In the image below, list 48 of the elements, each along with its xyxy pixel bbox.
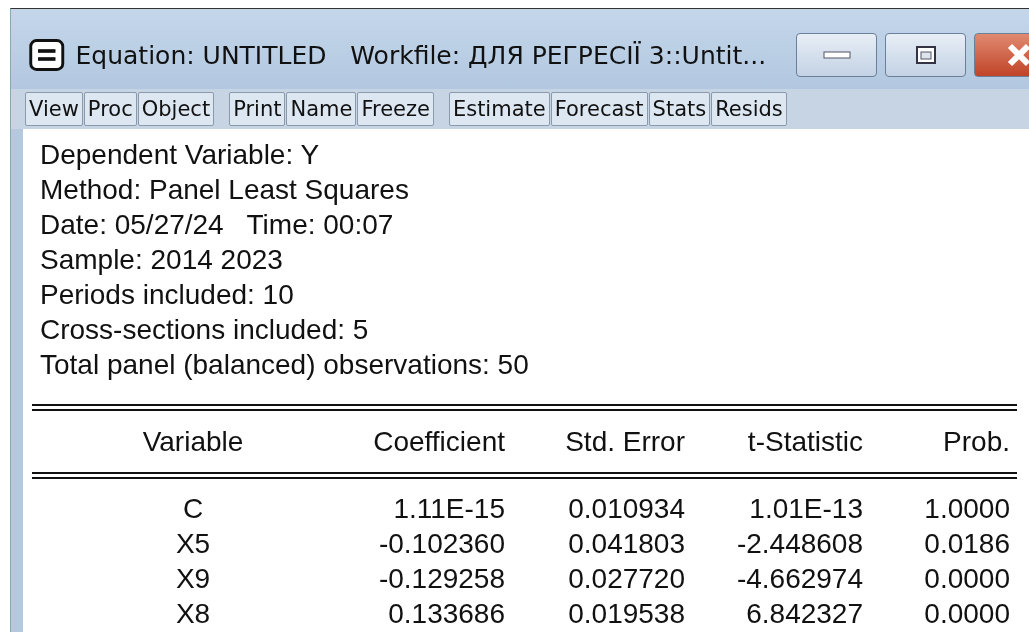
column-header: Coefficient xyxy=(372,425,505,459)
output-line: Periods included: 10 xyxy=(40,278,295,312)
output-line: Dependent Variable: Y xyxy=(40,138,321,172)
table-cell-text: X8 xyxy=(174,597,212,631)
table-cell-text: -4.662974 xyxy=(735,562,863,596)
table-cell-text: -0.102360 xyxy=(377,527,505,561)
table-cell-text: 1.01E-13 xyxy=(748,492,863,526)
menu-icon[interactable] xyxy=(28,39,66,71)
table-cell-text: 0.0186 xyxy=(923,527,1010,561)
column-header: Variable xyxy=(141,425,245,459)
table-cell-text: C xyxy=(181,492,205,526)
window-title: Equation: UNTITLED Workfile: ДЛЯ РЕГРЕСІЇ 3::Untit... xyxy=(75,40,768,70)
table-cell-text: 0.041803 xyxy=(567,527,685,561)
column-header: t-Statistic xyxy=(746,425,863,459)
table-cell-text: 0.0000 xyxy=(923,562,1010,596)
toolbar-button[interactable]: View xyxy=(25,92,83,126)
table-cell-text: 0.0000 xyxy=(923,597,1010,631)
toolbar-button[interactable]: Stats xyxy=(648,92,711,126)
table-cell-text: X5 xyxy=(174,527,212,561)
column-header: Std. Error xyxy=(564,425,685,459)
output-line: Sample: 2014 2023 xyxy=(40,243,284,277)
table-cell-text: 1.11E-15 xyxy=(392,492,505,526)
output-line: Total panel (balanced) observations: 50 xyxy=(40,348,530,382)
column-header: Prob. xyxy=(942,425,1010,459)
toolbar-button[interactable]: Print xyxy=(229,92,286,126)
output-line: Date: 05/27/24 Time: 00:07 xyxy=(40,208,395,242)
table-cell-text: 0.133686 xyxy=(387,597,505,631)
toolbar-button[interactable]: Name xyxy=(286,92,357,126)
minimize-icon xyxy=(822,50,851,60)
toolbar-button[interactable]: Forecast xyxy=(550,92,648,126)
maximize-button[interactable] xyxy=(885,33,967,77)
table-cell-text: 6.842327 xyxy=(745,597,863,631)
output-line: Method: Panel Least Squares xyxy=(40,173,410,207)
table-cell-text: 0.010934 xyxy=(567,492,685,526)
toolbar-button[interactable]: Resids xyxy=(711,92,787,126)
minimize-button[interactable] xyxy=(796,33,878,77)
maximize-icon xyxy=(914,45,937,65)
table-cell-text: 1.0000 xyxy=(923,492,1010,526)
table-cell-text: -0.129258 xyxy=(377,562,505,596)
toolbar-button[interactable]: Proc xyxy=(83,92,137,126)
toolbar-button[interactable]: Freeze xyxy=(357,92,434,126)
table-cell-text: 0.027720 xyxy=(567,562,685,596)
table-cell-text: X9 xyxy=(174,562,212,596)
output-line: Cross-sections included: 5 xyxy=(40,313,370,347)
toolbar-button[interactable]: Estimate xyxy=(448,92,550,126)
table-cell-text: 0.019538 xyxy=(567,597,685,631)
table-cell-text: -2.448608 xyxy=(735,527,863,561)
toolbar-button[interactable]: Object xyxy=(137,92,215,126)
